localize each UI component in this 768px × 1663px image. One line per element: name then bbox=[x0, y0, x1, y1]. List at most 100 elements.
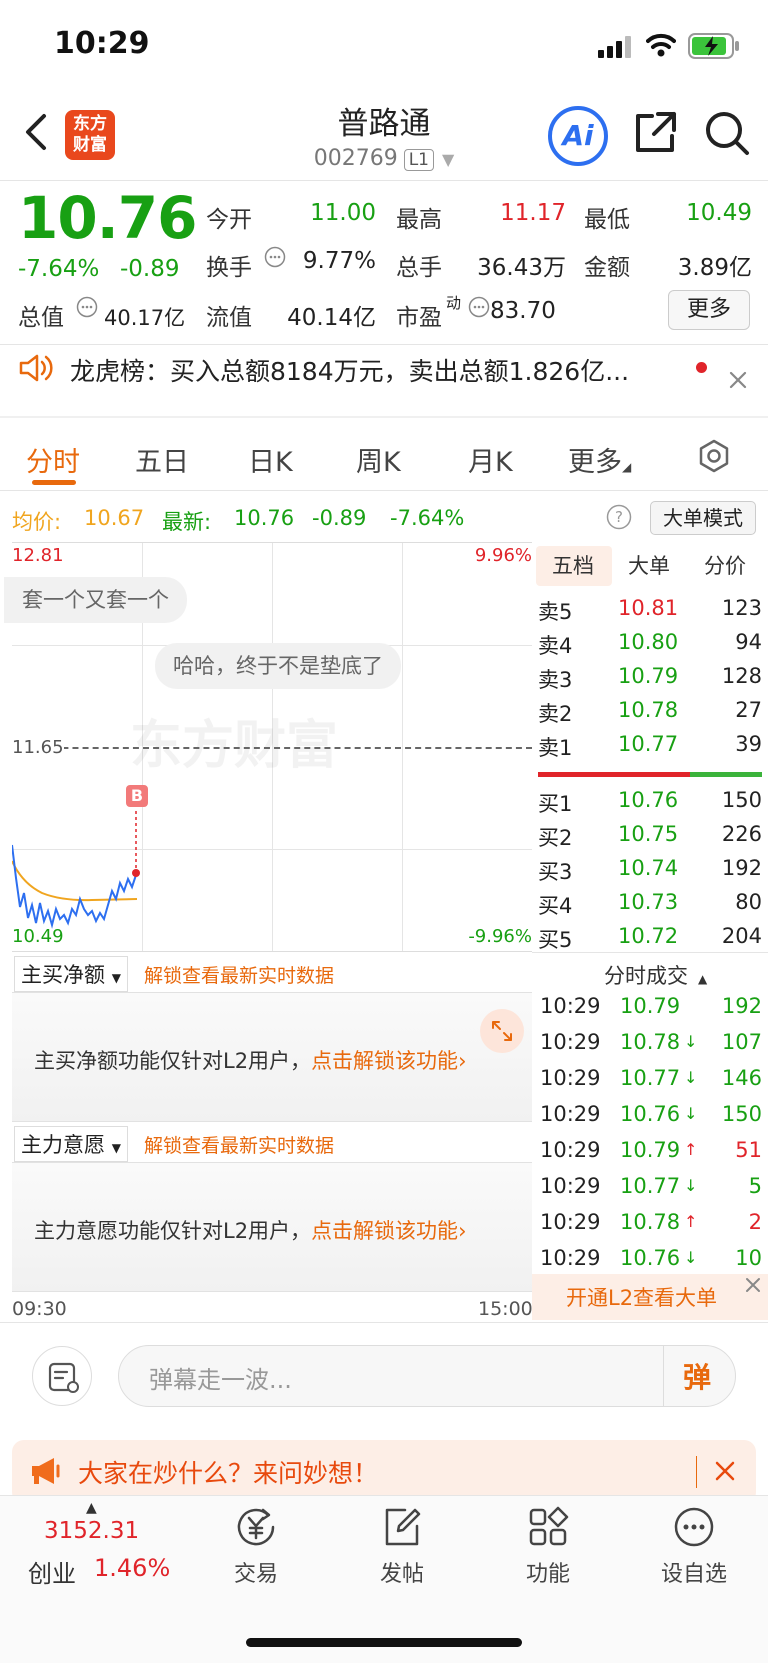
info-icon[interactable] bbox=[76, 296, 98, 322]
ask-row[interactable]: 卖3 10.79 128 bbox=[538, 664, 762, 698]
unlock-link[interactable]: 解锁查看最新实时数据 bbox=[144, 961, 334, 988]
latest-label: 最新: bbox=[162, 510, 212, 534]
l2-notice: 主力意愿功能仅针对L2用户，点击解锁该功能› bbox=[34, 1219, 467, 1243]
index-value[interactable]: 3152.31 bbox=[44, 1518, 139, 1544]
main-buy-dropdown-label: 主买净额 bbox=[21, 963, 105, 987]
unlock-feature-link[interactable]: 点击解锁该功能 bbox=[311, 1219, 458, 1243]
cellular-signal-icon bbox=[598, 36, 632, 62]
main-intent-dropdown-label: 主力意愿 bbox=[21, 1133, 105, 1157]
nav-functions-label: 功能 bbox=[525, 1562, 570, 1587]
l2-notice: 主买净额功能仅针对L2用户，点击解锁该功能› bbox=[34, 1049, 467, 1073]
dragon-tiger-news[interactable]: 龙虎榜：买入总额8184万元，卖出总额1.826亿... bbox=[70, 352, 629, 388]
close-icon[interactable] bbox=[728, 370, 748, 394]
last-price: 10.76 bbox=[18, 184, 197, 252]
amount-value: 3.89亿 bbox=[677, 255, 752, 281]
float-value: 40.14亿 bbox=[287, 305, 376, 331]
bid-row[interactable]: 买2 10.75 226 bbox=[538, 822, 762, 856]
high-label: 最高 bbox=[396, 207, 442, 233]
grid-icon bbox=[529, 1506, 569, 1546]
turnover-value: 9.77% bbox=[302, 248, 376, 274]
dropdown-caret-icon: ▼ bbox=[111, 971, 121, 985]
info-icon[interactable] bbox=[468, 296, 490, 322]
avg-price-label: 均价: bbox=[12, 510, 62, 534]
settings-icon[interactable] bbox=[696, 438, 732, 478]
ask-row[interactable]: 卖2 10.78 27 bbox=[538, 698, 762, 732]
tab-intraday[interactable]: 分时 bbox=[26, 440, 80, 479]
bid-row[interactable]: 买1 10.76 150 bbox=[538, 788, 762, 822]
buy-marker[interactable]: B bbox=[126, 785, 148, 807]
expand-icon[interactable] bbox=[480, 1009, 524, 1053]
main-buy-dropdown[interactable]: 主买净额 ▼ bbox=[14, 956, 128, 992]
price-line bbox=[12, 811, 140, 929]
danmaku-input[interactable]: 弹幕走一波... 弹 bbox=[118, 1345, 736, 1407]
index-name[interactable]: 创业 bbox=[28, 1554, 76, 1589]
unlock-feature-link[interactable]: 点击解锁该功能 bbox=[311, 1049, 458, 1073]
big-order-mode-button[interactable]: 大单模式 bbox=[650, 501, 756, 535]
nav-functions[interactable]: 功能 bbox=[498, 1504, 598, 1588]
megaphone-icon bbox=[30, 1456, 64, 1490]
tab-monthly-k[interactable]: 月K bbox=[468, 440, 513, 479]
tab-weekly-k[interactable]: 周K bbox=[356, 440, 401, 479]
trades-title[interactable]: 分时成交 ▲ bbox=[604, 960, 707, 990]
nav-post[interactable]: 发帖 bbox=[352, 1504, 452, 1588]
bid-row[interactable]: 买4 10.73 80 bbox=[538, 890, 762, 924]
amount-label: 金额 bbox=[584, 255, 630, 281]
svg-text:?: ? bbox=[615, 508, 623, 526]
tab-price-distribution[interactable]: 分价 bbox=[704, 550, 746, 580]
help-icon[interactable]: ? bbox=[606, 504, 632, 534]
volume-label: 总手 bbox=[396, 255, 442, 281]
close-icon[interactable] bbox=[744, 1276, 762, 1298]
bid-ratio-bar bbox=[690, 772, 762, 777]
tab-five-day[interactable]: 五日 bbox=[135, 440, 189, 479]
trade-row: 10:29 10.78 ↓ 107 bbox=[540, 1030, 762, 1054]
more-dots-icon bbox=[674, 1507, 714, 1547]
more-quote-button[interactable]: 更多 bbox=[668, 290, 750, 330]
danmaku-settings-icon[interactable] bbox=[32, 1346, 92, 1406]
info-icon[interactable] bbox=[264, 246, 286, 272]
tab-more-label: 更多 bbox=[568, 447, 622, 478]
volume-value: 36.43万 bbox=[477, 255, 566, 281]
caret-up-icon: ▲ bbox=[698, 972, 708, 986]
more-corner-icon: ◢ bbox=[622, 460, 632, 474]
trade-row: 10:29 10.77 ↓ 5 bbox=[540, 1174, 762, 1198]
nav-add-watchlist-label: 设自选 bbox=[660, 1562, 727, 1587]
nav-trade-label: 交易 bbox=[233, 1562, 278, 1587]
danmaku-send-button[interactable]: 弹 bbox=[683, 1356, 711, 1396]
nav-add-watchlist[interactable]: 设自选 bbox=[644, 1504, 744, 1588]
trade-row: 10:29 10.76 ↓ 150 bbox=[540, 1102, 762, 1126]
chevron-right-icon: › bbox=[458, 1219, 467, 1243]
l2-cta-banner[interactable]: 开通L2查看大单 bbox=[532, 1274, 768, 1320]
ask-ratio-bar bbox=[538, 772, 690, 777]
open-label: 今开 bbox=[206, 207, 252, 233]
search-icon[interactable] bbox=[704, 110, 750, 160]
latest-value: 10.76 bbox=[234, 506, 295, 530]
tab-more[interactable]: 更多◢ bbox=[568, 440, 631, 479]
yuan-cycle-icon bbox=[237, 1508, 275, 1546]
share-icon[interactable] bbox=[632, 110, 678, 160]
tab-five-levels[interactable]: 五档 bbox=[552, 550, 594, 580]
l2-cta-text: 开通L2查看大单 bbox=[566, 1286, 718, 1310]
low-value: 10.49 bbox=[686, 200, 752, 226]
ask-row[interactable]: 卖1 10.77 39 bbox=[538, 732, 762, 766]
mktcap-value: 40.17亿 bbox=[104, 306, 186, 330]
ai-button[interactable]: Ai bbox=[548, 106, 608, 166]
close-icon[interactable] bbox=[714, 1460, 736, 1486]
latest-pct: -7.64% bbox=[390, 506, 465, 530]
unlock-link[interactable]: 解锁查看最新实时数据 bbox=[144, 1131, 334, 1158]
tab-daily-k[interactable]: 日K bbox=[248, 440, 293, 479]
edit-icon bbox=[385, 1508, 421, 1546]
ask-row[interactable]: 卖5 10.81 123 bbox=[538, 596, 762, 630]
tab-big-orders[interactable]: 大单 bbox=[628, 550, 670, 580]
pe-superscript: 动 bbox=[446, 294, 462, 312]
nav-trade[interactable]: 交易 bbox=[206, 1504, 306, 1588]
ask-row[interactable]: 卖4 10.80 94 bbox=[538, 630, 762, 664]
main-intent-dropdown[interactable]: 主力意愿 ▼ bbox=[14, 1126, 128, 1162]
trade-row: 10:29 10.78 ↑ 2 bbox=[540, 1210, 762, 1234]
status-time: 10:29 bbox=[54, 26, 150, 61]
intraday-chart[interactable]: 东方财富 12.81 9.96% 11.65 10.49 -9.96% 套一个又… bbox=[4, 542, 532, 952]
bid-row[interactable]: 买3 10.74 192 bbox=[538, 856, 762, 890]
index-pct[interactable]: 1.46% bbox=[94, 1554, 170, 1582]
stock-code: 002769 bbox=[313, 146, 398, 171]
dropdown-caret-icon: ▼ bbox=[111, 1141, 121, 1155]
avg-price-value: 10.67 bbox=[84, 506, 145, 530]
